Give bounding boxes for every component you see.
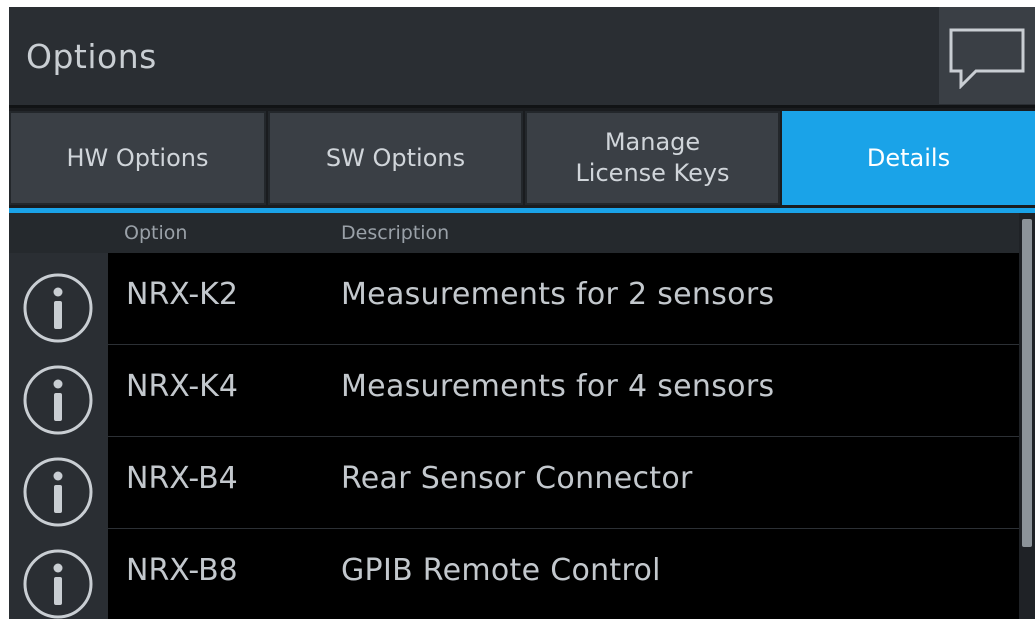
info-button[interactable] [9,437,108,529]
option-description: GPIB Remote Control [341,553,661,588]
row-content[interactable]: NRX-B8 GPIB Remote Control [108,529,1019,619]
option-description: Measurements for 4 sensors [341,369,775,404]
info-icon [23,365,93,435]
table-row[interactable]: NRX-B8 GPIB Remote Control [9,529,1019,619]
info-button[interactable] [9,345,108,437]
row-content[interactable]: NRX-K2 Measurements for 2 sensors [108,253,1019,345]
row-content[interactable]: NRX-K4 Measurements for 4 sensors [108,345,1019,437]
info-icon [23,273,93,343]
tab-sw-options[interactable]: SW Options [268,111,523,205]
info-icon [23,549,93,619]
tab-manage-license-keys[interactable]: Manage License Keys [525,111,780,205]
option-code: NRX-K4 [126,369,238,404]
table-header: Option Description [9,213,1019,253]
table-row[interactable]: NRX-K4 Measurements for 4 sensors [9,345,1019,437]
header-bar: Options [9,7,1035,108]
tab-label: Manage License Keys [575,128,730,187]
speech-bubble-icon [949,28,1025,89]
scrollbar-thumb[interactable] [1022,219,1032,547]
page-title: Options [26,37,157,76]
tab-label: Details [866,143,951,172]
column-header-description: Description [341,222,450,244]
tab-hw-options[interactable]: HW Options [9,111,266,205]
column-header-option: Option [124,222,188,244]
table-row[interactable]: NRX-K2 Measurements for 2 sensors [9,253,1019,345]
row-content[interactable]: NRX-B4 Rear Sensor Connector [108,437,1019,529]
option-code: NRX-B4 [126,461,238,496]
table-row[interactable]: NRX-B4 Rear Sensor Connector [9,437,1019,529]
tab-bar: HW Options SW Options Manage License Key… [9,108,1035,213]
option-description: Rear Sensor Connector [341,461,693,496]
tab-label: SW Options [325,143,466,172]
scrollbar[interactable] [1019,213,1035,619]
option-description: Measurements for 2 sensors [341,277,775,312]
info-icon [23,457,93,527]
info-button[interactable] [9,529,108,619]
option-code: NRX-K2 [126,277,238,312]
options-screen: Options HW Options SW Options Manage Lic… [9,7,1035,619]
options-list: NRX-K2 Measurements for 2 sensors NRX-K4… [9,253,1019,619]
option-code: NRX-B8 [126,553,238,588]
tab-label: HW Options [66,143,209,172]
help-button[interactable] [939,7,1035,104]
info-button[interactable] [9,253,108,345]
tab-details[interactable]: Details [782,111,1035,205]
